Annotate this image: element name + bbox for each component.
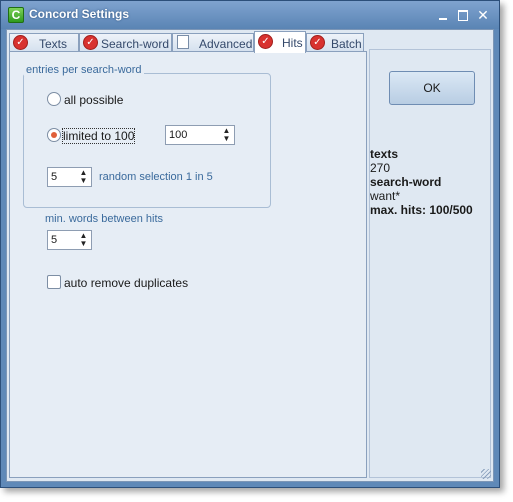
tab-advanced[interactable]: Advanced — [172, 33, 254, 52]
min-words-label: min. words between hits — [45, 213, 163, 225]
texts-count: 270 — [370, 161, 391, 175]
tab-label: Texts — [39, 37, 68, 51]
auto-remove-duplicates-checkbox[interactable] — [47, 275, 61, 289]
ok-button[interactable]: OK — [389, 71, 475, 105]
all-possible-radio[interactable] — [47, 92, 61, 106]
limited-count-stepper[interactable]: 100 ▲ ▼ — [165, 125, 235, 145]
random-selection-label: random selection 1 in 5 — [99, 171, 213, 183]
all-possible-label[interactable]: all possible — [64, 93, 123, 107]
spin-down-icon[interactable]: ▼ — [222, 135, 231, 143]
min-words-value: 5 — [51, 234, 58, 246]
tab-label: Batch — [331, 37, 362, 51]
texts-heading: texts — [370, 147, 399, 161]
check-icon: ✓ — [310, 35, 325, 50]
search-word-heading: search-word — [370, 175, 442, 189]
limited-count-value: 100 — [169, 129, 188, 141]
title-bar[interactable]: C Concord Settings ✕ — [1, 1, 499, 29]
check-icon: ✓ — [83, 35, 98, 50]
check-icon: ✓ — [258, 34, 273, 49]
check-icon: ✓ — [13, 35, 28, 50]
tab-label: Hits — [282, 36, 303, 50]
summary-panel: OK texts 270 search-word want* max. hits… — [369, 49, 491, 478]
max-hits-summary: max. hits: 100/500 — [370, 203, 473, 217]
resize-grip[interactable] — [481, 469, 491, 479]
min-words-stepper[interactable]: 5 ▲ ▼ — [47, 230, 92, 250]
tab-label: Search-word — [101, 37, 170, 51]
maximize-button[interactable] — [455, 7, 471, 23]
spin-down-icon[interactable]: ▼ — [79, 240, 88, 248]
settings-window: C Concord Settings ✕ ✓ Texts ✓ Search-wo… — [0, 0, 500, 488]
settings-summary: texts 270 search-word want* max. hits: 1… — [370, 147, 473, 217]
tab-label: Advanced — [199, 37, 253, 51]
tab-hits[interactable]: ✓ Hits — [254, 31, 306, 53]
hits-tab-panel: entries per search-word all possible lim… — [9, 51, 367, 478]
tab-batch[interactable]: ✓ Batch — [306, 33, 364, 52]
dialog-client-area: ✓ Texts ✓ Search-word Advanced ✓ Hits ✓ … — [6, 29, 494, 482]
window-title: Concord Settings — [29, 7, 130, 21]
blank-page-icon — [177, 35, 189, 49]
minimize-button[interactable] — [435, 7, 451, 23]
limited-radio[interactable] — [47, 128, 61, 142]
close-button[interactable]: ✕ — [475, 7, 491, 23]
random-selection-stepper[interactable]: 5 ▲ ▼ — [47, 167, 92, 187]
random-selection-value: 5 — [51, 171, 58, 183]
spin-down-icon[interactable]: ▼ — [79, 177, 88, 185]
limited-label[interactable]: limited to 100 — [61, 128, 136, 144]
concord-app-icon: C — [8, 7, 24, 23]
tab-texts[interactable]: ✓ Texts — [9, 33, 79, 52]
tab-search-word[interactable]: ✓ Search-word — [79, 33, 172, 52]
auto-remove-duplicates-label[interactable]: auto remove duplicates — [64, 276, 188, 290]
search-word-value: want* — [370, 189, 401, 203]
entries-group-label: entries per search-word — [24, 64, 144, 76]
